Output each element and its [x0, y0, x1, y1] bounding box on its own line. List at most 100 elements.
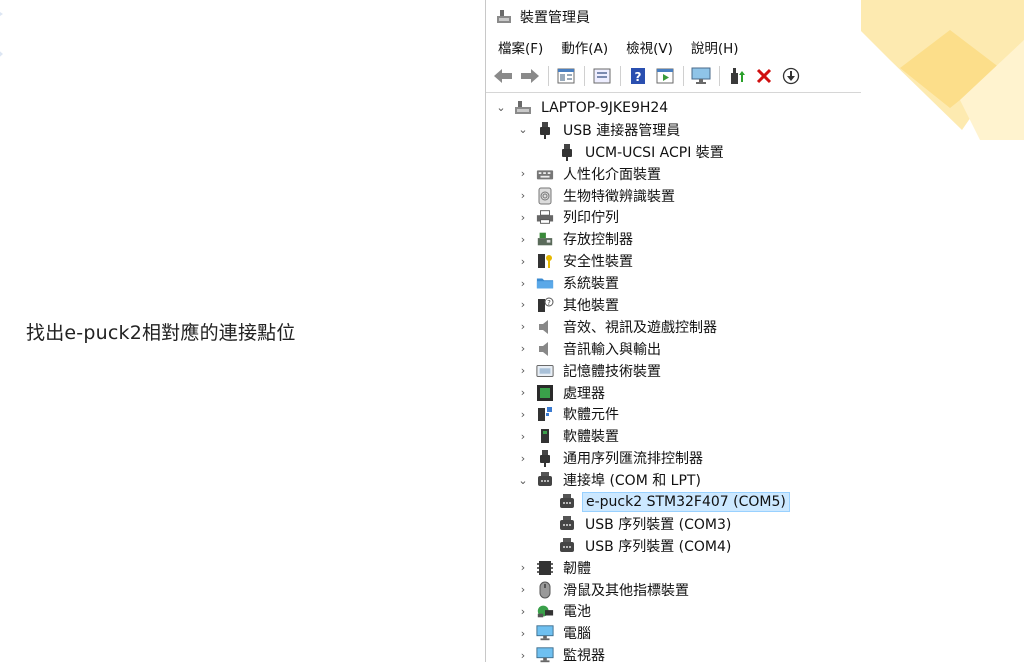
menu-help[interactable]: 說明(H): [691, 37, 739, 57]
chevron-right-icon[interactable]: ›: [516, 604, 530, 618]
tree-label: USB 連接器管理員: [563, 122, 681, 139]
chevron-right-icon[interactable]: ›: [516, 364, 530, 378]
tree-node-security-devices[interactable]: › 安全性裝置: [486, 250, 861, 272]
tree-node-hid[interactable]: › 人性化介面裝置: [486, 163, 861, 185]
mouse-icon: [536, 581, 554, 599]
chevron-right-icon[interactable]: ›: [516, 254, 530, 268]
tree-node-memory-tech[interactable]: › 記憶體技術裝置: [486, 360, 861, 382]
chevron-right-icon[interactable]: ›: [516, 583, 530, 597]
tree-label: 處理器: [563, 385, 605, 402]
chevron-right-icon[interactable]: ›: [516, 648, 530, 662]
chevron-right-icon[interactable]: ›: [516, 561, 530, 575]
serial-port-icon: [558, 493, 576, 511]
computer-icon: [514, 99, 532, 117]
menu-action[interactable]: 動作(A): [561, 37, 608, 57]
chevron-down-icon[interactable]: ⌄: [494, 101, 508, 115]
back-arrow-icon[interactable]: [492, 65, 514, 87]
view-icon[interactable]: [654, 65, 676, 87]
tree-node-battery[interactable]: › 電池: [486, 600, 861, 622]
processor-icon: [536, 384, 554, 402]
add-driver-icon[interactable]: [726, 65, 748, 87]
tree-label: 系統裝置: [563, 276, 619, 293]
menu-bar: 檔案(F) 動作(A) 檢視(V) 說明(H): [486, 34, 861, 60]
usb-plug-icon: [536, 121, 554, 139]
tree-node-sound[interactable]: › 音效、視訊及遊戲控制器: [486, 316, 861, 338]
tree-node-print-queue[interactable]: › 列印佇列: [486, 206, 861, 228]
update-icon[interactable]: [591, 65, 613, 87]
tree-node-root[interactable]: ⌄ LAPTOP-9JKE9H24: [486, 97, 861, 119]
chevron-right-icon[interactable]: ›: [516, 189, 530, 203]
download-icon[interactable]: [780, 65, 802, 87]
menu-file[interactable]: 檔案(F): [498, 37, 543, 57]
tree-label: 軟體元件: [563, 407, 619, 424]
forward-arrow-icon[interactable]: [519, 65, 541, 87]
svg-text:?: ?: [635, 70, 642, 84]
tree-node-other-devices[interactable]: › ? 其他裝置: [486, 294, 861, 316]
tree-node-processors[interactable]: › 處理器: [486, 382, 861, 404]
serial-port-icon: [558, 515, 576, 533]
tree-node-storage-controller[interactable]: › 存放控制器: [486, 228, 861, 250]
tree-node-ucm-ucsi[interactable]: UCM-UCSI ACPI 裝置: [486, 141, 861, 163]
tree-label: 電池: [563, 604, 591, 621]
toolbar-separator: [584, 66, 585, 86]
tree-label: 列印佇列: [563, 210, 619, 227]
device-tree: ⌄ LAPTOP-9JKE9H24 ⌄ USB 連接器管理員 UCM-UCSI …: [486, 93, 861, 666]
serial-port-icon: [558, 537, 576, 555]
tree-label: 記憶體技術裝置: [563, 363, 661, 380]
tree-node-monitors[interactable]: › 監視器: [486, 644, 861, 666]
tree-node-audio-io[interactable]: › 音訊輸入與輸出: [486, 338, 861, 360]
chevron-right-icon[interactable]: ›: [516, 429, 530, 443]
tree-node-firmware[interactable]: › 韌體: [486, 557, 861, 579]
security-key-icon: [536, 252, 554, 270]
battery-icon: [536, 602, 554, 620]
tree-label: e-puck2 STM32F407 (COM5): [582, 491, 790, 512]
software-component-icon: [536, 405, 554, 423]
menu-view[interactable]: 檢視(V): [626, 37, 673, 57]
serial-port-icon: [536, 471, 554, 489]
chevron-right-icon[interactable]: ›: [516, 342, 530, 356]
chevron-right-icon[interactable]: ›: [516, 626, 530, 640]
chevron-right-icon[interactable]: ›: [516, 298, 530, 312]
tree-label: LAPTOP-9JKE9H24: [541, 99, 669, 116]
tree-node-biometric[interactable]: › 生物特徵辨識裝置: [486, 185, 861, 207]
chevron-right-icon[interactable]: ›: [516, 167, 530, 181]
tree-node-usb-controllers[interactable]: › 通用序列匯流排控制器: [486, 447, 861, 469]
slide-decoration-left: [0, 12, 3, 57]
tree-label: 電腦: [563, 626, 591, 643]
chevron-right-icon[interactable]: ›: [516, 407, 530, 421]
slide-instruction: 找出e-puck2相對應的連接點位: [26, 322, 296, 344]
tree-node-computer[interactable]: › 電腦: [486, 622, 861, 644]
tree-node-software-devices[interactable]: › 軟體裝置: [486, 425, 861, 447]
properties-icon[interactable]: [555, 65, 577, 87]
slide-decoration-right: [860, 0, 1024, 140]
chevron-right-icon[interactable]: ›: [516, 232, 530, 246]
tree-label: USB 序列裝置 (COM3): [585, 516, 732, 533]
tree-label: 通用序列匯流排控制器: [563, 451, 703, 468]
unknown-device-icon: ?: [536, 296, 554, 314]
chevron-right-icon[interactable]: ›: [516, 210, 530, 224]
chevron-down-icon[interactable]: ⌄: [516, 123, 530, 137]
tree-node-software-components[interactable]: › 軟體元件: [486, 403, 861, 425]
tree-node-usb-connector-manager[interactable]: ⌄ USB 連接器管理員: [486, 119, 861, 141]
tree-node-ports[interactable]: ⌄ 連接埠 (COM 和 LPT): [486, 469, 861, 491]
toolbar-separator: [620, 66, 621, 86]
help-icon[interactable]: ?: [627, 65, 649, 87]
window-title: 裝置管理員: [520, 10, 590, 26]
chevron-right-icon[interactable]: ›: [516, 320, 530, 334]
tree-node-system-devices[interactable]: › 系統裝置: [486, 272, 861, 294]
tree-node-usb-serial-com3[interactable]: USB 序列裝置 (COM3): [486, 513, 861, 535]
tree-node-mice[interactable]: › 滑鼠及其他指標裝置: [486, 579, 861, 601]
tree-label: 監視器: [563, 648, 605, 665]
title-bar: 裝置管理員: [486, 0, 861, 34]
monitor-icon[interactable]: [690, 65, 712, 87]
chevron-right-icon[interactable]: ›: [516, 451, 530, 465]
chevron-right-icon[interactable]: ›: [516, 276, 530, 290]
chevron-down-icon[interactable]: ⌄: [516, 473, 530, 487]
chevron-right-icon[interactable]: ›: [516, 386, 530, 400]
remove-icon[interactable]: [753, 65, 775, 87]
tree-node-usb-serial-com4[interactable]: USB 序列裝置 (COM4): [486, 535, 861, 557]
tree-node-epuck2-com5[interactable]: e-puck2 STM32F407 (COM5): [486, 491, 861, 513]
speaker-icon: [536, 340, 554, 358]
